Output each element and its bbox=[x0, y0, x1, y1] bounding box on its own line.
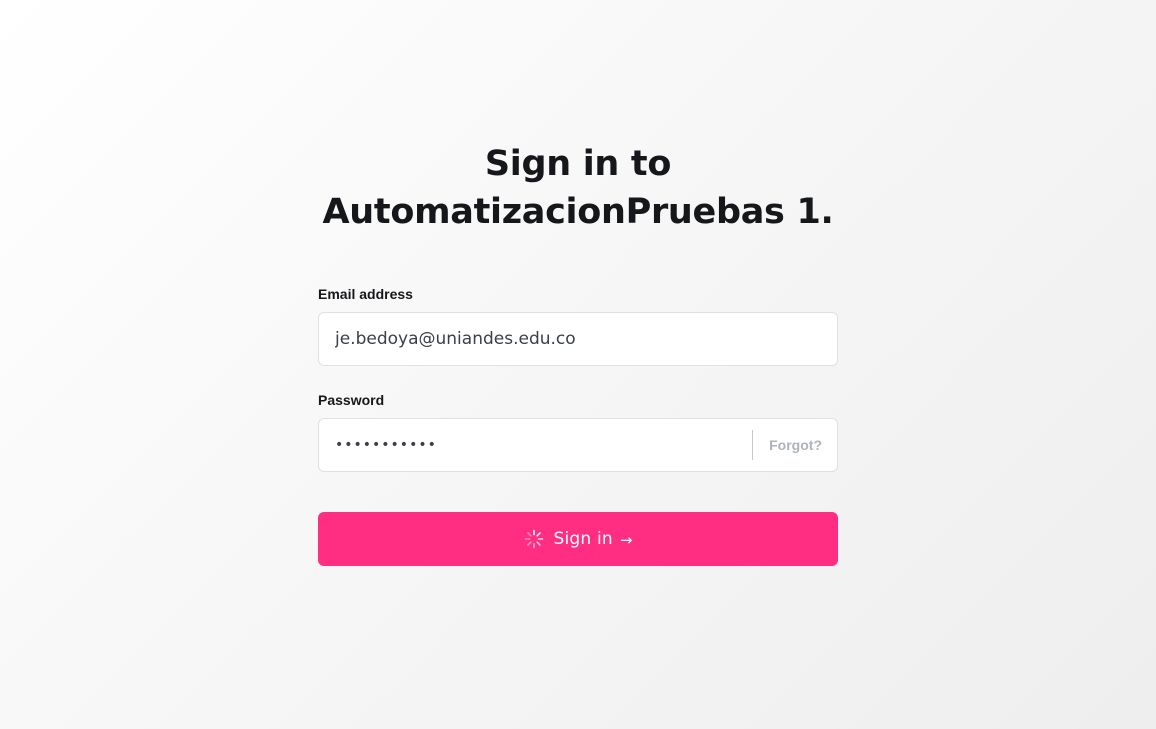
email-input[interactable] bbox=[319, 313, 837, 365]
password-field-wrapper: Forgot? bbox=[318, 418, 838, 472]
forgot-password-link[interactable]: Forgot? bbox=[753, 437, 837, 453]
email-field-group: Email address bbox=[318, 286, 838, 366]
signin-button[interactable]: Sign in → bbox=[318, 512, 838, 566]
signin-button-label: Sign in bbox=[553, 529, 613, 549]
password-field-group: Password Forgot? bbox=[318, 392, 838, 472]
loading-spinner-icon bbox=[524, 529, 544, 549]
email-field-wrapper bbox=[318, 312, 838, 366]
signin-panel: Sign in to AutomatizacionPruebas 1. Emai… bbox=[318, 140, 838, 566]
page-title: Sign in to AutomatizacionPruebas 1. bbox=[318, 140, 838, 236]
page-title-line2: AutomatizacionPruebas 1. bbox=[322, 192, 834, 232]
password-input[interactable] bbox=[319, 419, 753, 471]
signin-form: Email address Password Forgot? bbox=[318, 286, 838, 566]
right-arrow-icon: → bbox=[619, 531, 633, 549]
page-title-line1: Sign in to bbox=[484, 144, 672, 184]
email-label: Email address bbox=[318, 286, 413, 302]
password-label: Password bbox=[318, 392, 385, 408]
